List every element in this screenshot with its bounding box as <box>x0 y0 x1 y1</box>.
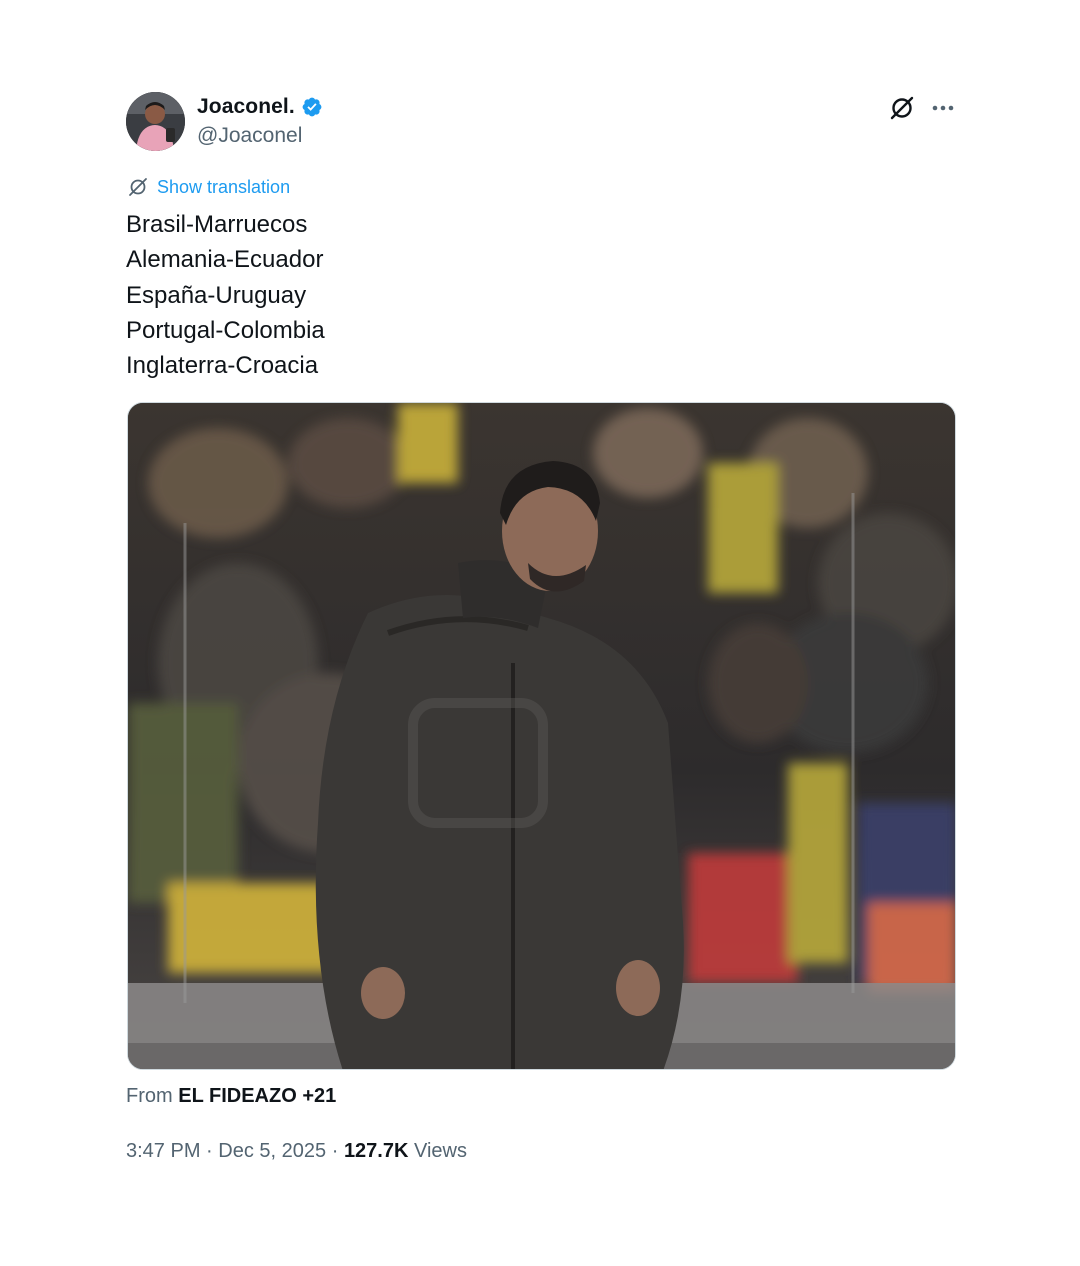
show-translation-link[interactable]: Show translation <box>127 176 290 198</box>
author-handle[interactable]: @Joaconel <box>197 124 302 148</box>
tweet-meta: 3:47 PM · Dec 5, 2025 · 127.7K Views <box>126 1140 467 1163</box>
verified-badge-icon <box>302 97 322 117</box>
tweet-line: España-Uruguay <box>126 281 307 309</box>
tweet-line: Inglaterra-Croacia <box>126 352 319 380</box>
source-prefix: From <box>126 1085 173 1107</box>
video-frame <box>128 403 955 1069</box>
tweet-time[interactable]: 3:47 PM <box>126 1140 200 1162</box>
author-name-row[interactable]: Joaconel. <box>197 94 323 120</box>
meta-separator: · <box>331 1140 339 1162</box>
views-count: 127.7K <box>343 1140 409 1162</box>
grok-icon[interactable] <box>888 94 916 122</box>
video-source-attribution: From EL FIDEAZO +21 <box>126 1085 336 1108</box>
views-label: Views <box>414 1140 467 1162</box>
meta-separator: · <box>206 1140 213 1162</box>
show-translation-label[interactable]: Show translation <box>157 177 290 198</box>
tweet-line: Portugal-Colombia <box>126 316 325 344</box>
tweet-video[interactable] <box>127 402 956 1070</box>
avatar-image <box>126 92 185 151</box>
translate-icon <box>129 178 147 196</box>
display-name[interactable]: Joaconel. <box>197 95 295 119</box>
source-name-link[interactable]: EL FIDEAZO +21 <box>178 1085 336 1107</box>
tweet-line: Alemania-Ecuador <box>126 246 324 274</box>
tweet-line: Brasil-Marruecos <box>126 211 308 238</box>
avatar[interactable] <box>126 92 185 151</box>
more-icon[interactable] <box>930 96 956 120</box>
tweet-date[interactable]: Dec 5, 2025 <box>218 1140 326 1162</box>
tweet-text: Brasil-Marruecos Alemania-Ecuador España… <box>126 207 946 383</box>
